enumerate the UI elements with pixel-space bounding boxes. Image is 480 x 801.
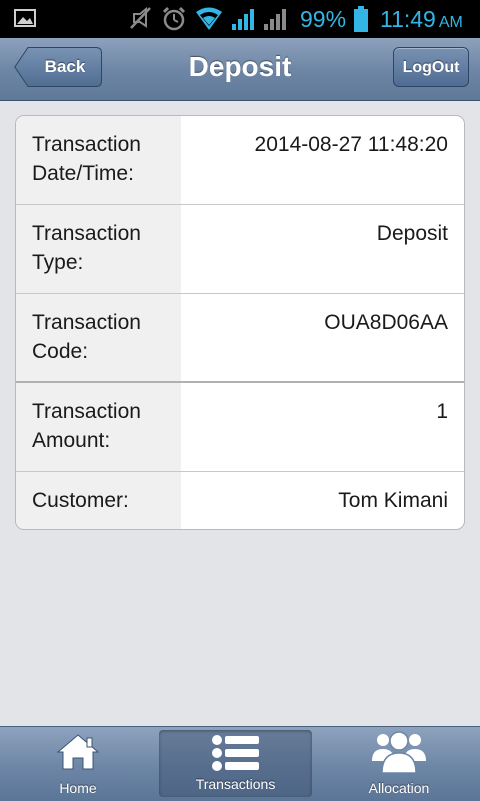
detail-value: Deposit xyxy=(376,222,448,245)
bottom-tab-bar: Home Transactions Allocation xyxy=(0,726,480,801)
detail-row-datetime: Transaction Date/Time: 2014-08-27 11:48:… xyxy=(16,116,464,205)
detail-row-type: Transaction Type: Deposit xyxy=(16,205,464,294)
clock-ampm: AM xyxy=(438,14,463,31)
detail-value: Tom Kimani xyxy=(338,489,448,512)
status-icons xyxy=(130,6,286,31)
detail-value: 2014-08-27 11:48:20 xyxy=(254,133,448,156)
list-icon xyxy=(211,735,259,771)
detail-label: Transaction Code: xyxy=(16,294,181,381)
tab-label: Home xyxy=(59,780,97,796)
mute-icon xyxy=(130,6,151,29)
detail-label: Transaction Amount: xyxy=(16,383,181,471)
detail-row-code: Transaction Code: OUA8D06AA xyxy=(16,294,464,383)
home-icon xyxy=(56,734,100,770)
signal-icon-2 xyxy=(264,9,286,30)
clock: 11:49 AM xyxy=(380,5,463,37)
detail-label: Transaction Date/Time: xyxy=(16,116,181,204)
transaction-details-table: Transaction Date/Time: 2014-08-27 11:48:… xyxy=(15,115,465,530)
tab-label: Transactions xyxy=(195,776,276,792)
battery-icon xyxy=(354,6,368,32)
wifi-icon xyxy=(196,7,222,30)
tab-allocation[interactable]: Allocation xyxy=(318,727,480,801)
tab-transactions[interactable]: Transactions xyxy=(159,730,312,797)
detail-label: Customer: xyxy=(16,472,181,529)
battery-percent: 99% xyxy=(300,6,347,32)
detail-row-customer: Customer: Tom Kimani xyxy=(16,472,464,529)
detail-value: 1 xyxy=(436,400,448,423)
detail-label: Transaction Type: xyxy=(16,205,181,293)
tab-label: Allocation xyxy=(368,780,430,796)
clock-time: 11:49 xyxy=(380,6,436,32)
header-bar: Back Deposit LogOut xyxy=(0,38,480,101)
logout-button[interactable]: LogOut xyxy=(393,47,469,87)
detail-value: OUA8D06AA xyxy=(324,311,448,334)
status-bar: 99% 11:49 AM xyxy=(0,0,480,38)
alarm-icon xyxy=(162,6,186,31)
tab-home[interactable]: Home xyxy=(0,727,156,801)
detail-row-amount: Transaction Amount: 1 xyxy=(16,383,464,472)
signal-icon xyxy=(232,9,254,30)
users-icon xyxy=(372,731,426,773)
image-icon xyxy=(14,9,36,27)
